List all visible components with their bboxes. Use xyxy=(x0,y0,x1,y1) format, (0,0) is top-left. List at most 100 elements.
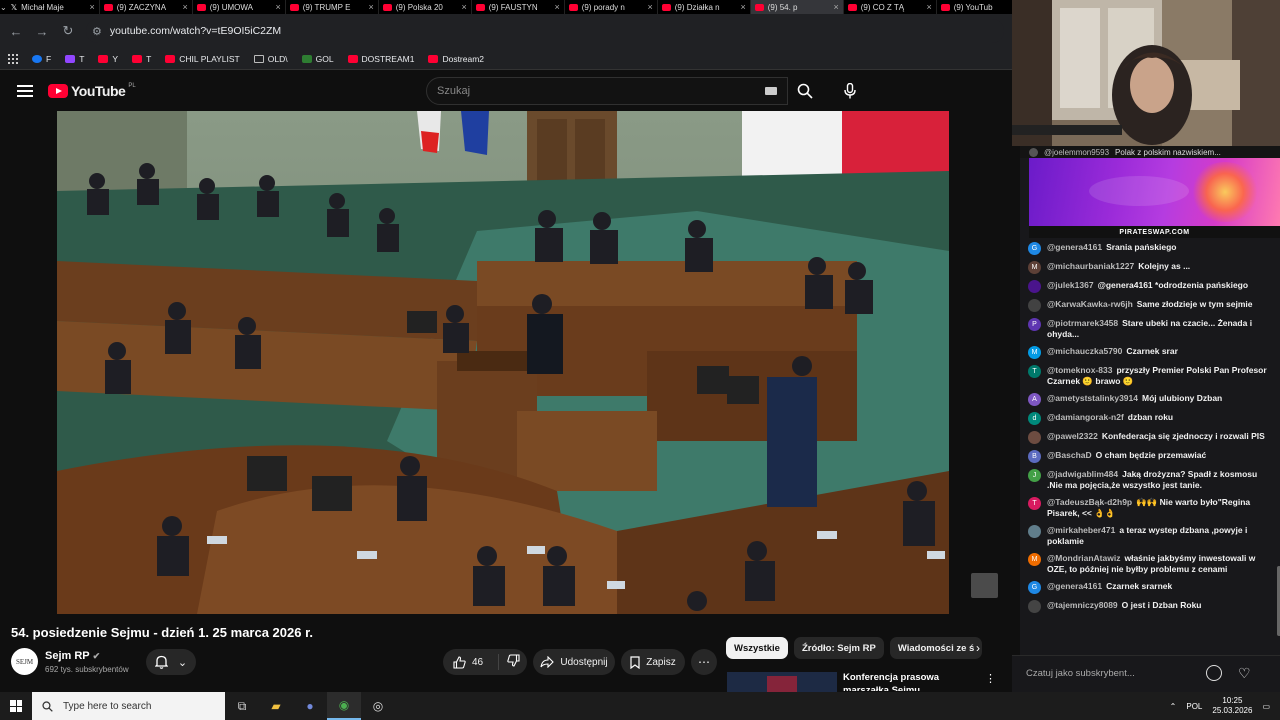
video-overlay-button[interactable] xyxy=(971,573,998,598)
browser-tab[interactable]: (9) Działka n × xyxy=(658,0,751,14)
search-button[interactable] xyxy=(788,77,822,105)
related-more-icon[interactable]: ⋮ xyxy=(985,672,996,685)
chat-username[interactable]: @genera4161 xyxy=(1047,242,1102,252)
chrome-icon[interactable]: ◉ xyxy=(327,692,361,720)
browser-tab[interactable]: (9) Polska 20 × xyxy=(379,0,472,14)
bookmark-item[interactable]: T xyxy=(132,54,151,64)
more-actions-button[interactable]: ⋯ xyxy=(691,649,717,675)
avatar[interactable]: T xyxy=(1028,365,1041,378)
close-icon[interactable]: × xyxy=(182,2,187,12)
browser-tab[interactable]: (9) TRUMP E × xyxy=(286,0,379,14)
task-view-icon[interactable]: ⧉ xyxy=(225,692,259,720)
filter-chip[interactable]: Wszystkie xyxy=(726,637,788,659)
close-icon[interactable]: × xyxy=(275,2,280,12)
emoji-icon[interactable] xyxy=(1206,665,1222,681)
close-icon[interactable]: × xyxy=(926,2,931,12)
like-button[interactable]: 46 xyxy=(443,654,499,670)
chat-username[interactable]: @julek1367 xyxy=(1047,280,1094,290)
taskbar-search-input[interactable]: Type here to search xyxy=(32,692,225,720)
bookmark-item[interactable]: CHIL PLAYLIST xyxy=(165,54,240,64)
heart-icon[interactable]: ♡ xyxy=(1238,665,1251,681)
file-explorer-icon[interactable]: ▰ xyxy=(259,692,293,720)
back-icon[interactable]: ← xyxy=(8,24,24,39)
chat-username[interactable]: @ametyststalinky3914 xyxy=(1047,393,1138,403)
apps-icon[interactable] xyxy=(8,53,18,64)
chevron-up-icon[interactable]: ⌃ xyxy=(1170,702,1177,711)
related-video-title[interactable]: Konferencja prasowa marszałka Sejmu Włod… xyxy=(843,671,983,691)
filter-chip[interactable]: Źródło: Sejm RP xyxy=(793,637,884,659)
chat-username[interactable]: @michaurbaniak1227 xyxy=(1047,261,1134,271)
bookmark-item[interactable]: F xyxy=(32,54,51,64)
avatar[interactable]: A xyxy=(1028,393,1041,406)
chat-username[interactable]: @tomeknox-833 xyxy=(1047,365,1112,375)
close-icon[interactable]: × xyxy=(461,2,466,12)
avatar[interactable]: G xyxy=(1028,242,1041,255)
avatar[interactable] xyxy=(1028,600,1041,613)
share-button[interactable]: Udostępnij xyxy=(533,649,615,675)
close-icon[interactable]: × xyxy=(554,2,559,12)
chat-username[interactable]: @MondrianAtawiz xyxy=(1047,553,1120,563)
bookmark-item[interactable]: T xyxy=(65,54,84,64)
chat-username[interactable]: @michauczka5790 xyxy=(1047,346,1122,356)
chat-username[interactable]: @piotrmarek3458 xyxy=(1047,318,1118,328)
browser-tab[interactable]: (9) YouTub× xyxy=(937,0,1012,14)
avatar[interactable] xyxy=(1028,431,1041,444)
youtube-logo[interactable]: YouTube PL xyxy=(48,83,136,99)
avatar[interactable] xyxy=(1028,299,1041,312)
discord-icon[interactable]: ● xyxy=(293,692,327,720)
chat-username[interactable]: @jadwigablim484 xyxy=(1047,469,1118,479)
browser-tab[interactable]: (9) porady n × xyxy=(565,0,658,14)
close-icon[interactable]: × xyxy=(740,2,745,12)
tab-search-icon[interactable]: ⌄ xyxy=(0,0,7,14)
avatar[interactable] xyxy=(1028,280,1041,293)
dislike-button[interactable] xyxy=(499,654,520,670)
close-icon[interactable]: × xyxy=(368,2,373,12)
bookmark-item[interactable]: OLD\ xyxy=(253,54,288,64)
filter-chip[interactable]: Wiadomości ze ś xyxy=(889,637,983,659)
avatar[interactable]: M xyxy=(1028,346,1041,359)
save-button[interactable]: Zapisz xyxy=(621,649,685,675)
avatar[interactable]: M xyxy=(1028,553,1041,566)
browser-tab[interactable]: (9) UMOWA × xyxy=(193,0,286,14)
close-icon[interactable]: × xyxy=(647,2,652,12)
voice-search-button[interactable] xyxy=(836,77,864,105)
start-button[interactable] xyxy=(0,692,32,720)
bookmark-item[interactable]: Y xyxy=(98,54,118,64)
channel-name[interactable]: Sejm RP ✔ xyxy=(45,650,100,662)
browser-tab[interactable]: (9) 54. p × xyxy=(750,0,844,14)
forward-icon[interactable]: → xyxy=(34,24,50,39)
related-video-thumbnail[interactable] xyxy=(727,672,837,692)
avatar[interactable] xyxy=(1028,525,1041,538)
chat-username[interactable]: @TadeuszBąk-d2h9p xyxy=(1047,497,1132,507)
menu-icon[interactable] xyxy=(17,85,33,97)
browser-tab[interactable]: 𝕏 Michał Maje × xyxy=(7,0,100,14)
chat-username[interactable]: @genera4161 xyxy=(1047,581,1102,591)
chat-input[interactable]: Czatuj jako subskrybent... xyxy=(1026,664,1196,682)
close-icon[interactable]: × xyxy=(89,2,94,12)
ad-banner[interactable] xyxy=(1029,158,1280,226)
notifications-icon[interactable]: ▭ xyxy=(1262,702,1270,711)
address-bar[interactable]: ⚙ youtube.com/watch?v=tE9OI5iC2ZM xyxy=(86,19,1004,43)
chevron-right-icon[interactable]: › xyxy=(970,640,986,656)
chat-username[interactable]: @tajemniczy8089 xyxy=(1047,600,1118,610)
channel-avatar[interactable]: SEJM xyxy=(11,648,38,675)
video-player[interactable] xyxy=(57,111,949,614)
site-info-icon[interactable]: ⚙ xyxy=(92,25,102,38)
obs-icon[interactable]: ◎ xyxy=(361,692,395,720)
bookmark-item[interactable]: DOSTREAM1 xyxy=(347,54,414,64)
avatar[interactable]: G xyxy=(1028,581,1041,594)
avatar[interactable]: P xyxy=(1028,318,1041,331)
avatar[interactable]: J xyxy=(1028,469,1041,482)
subscription-bell-button[interactable]: ⌄ xyxy=(146,649,196,675)
keyboard-icon[interactable] xyxy=(765,87,777,95)
browser-tab[interactable]: (9) FAUSTYN × xyxy=(472,0,565,14)
bookmark-item[interactable]: Dostream2 xyxy=(428,54,484,64)
avatar[interactable]: M xyxy=(1028,261,1041,274)
chat-username[interactable]: @KarwaKawka-rw6jh xyxy=(1047,299,1133,309)
reload-icon[interactable]: ↻ xyxy=(60,23,76,39)
chat-username[interactable]: @damiangorak-n2f xyxy=(1047,412,1124,422)
chat-username[interactable]: @pawel2322 xyxy=(1047,431,1098,441)
close-icon[interactable]: × xyxy=(833,2,838,12)
search-input[interactable]: Szukaj xyxy=(426,77,788,105)
browser-tab[interactable]: (9) CO Z TĄ × xyxy=(844,0,937,14)
